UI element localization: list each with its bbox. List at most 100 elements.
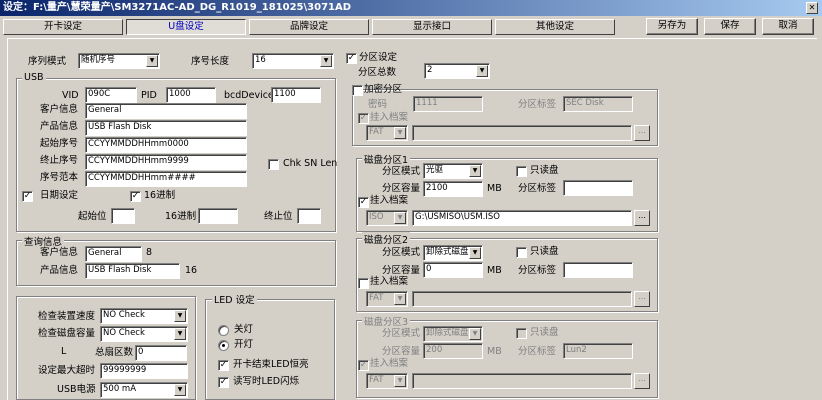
tab-brand-settings[interactable]: 品牌设定 [249,19,369,35]
d3-capacity-unit: MB [487,346,502,357]
d3-label-field[interactable]: Lun2 [563,343,633,359]
d3-label-label: 分区标签 [518,346,557,357]
vid-field[interactable]: 090C [85,87,137,103]
cancel-button[interactable]: 取消 [762,18,814,35]
led-off-radio[interactable] [218,325,229,336]
encrypt-load-file-checkbox[interactable]: ✓ [358,113,369,124]
d1-label-field[interactable] [563,180,633,196]
query-info-group-label: 查询信息 [22,234,65,248]
d1-file-type-select[interactable]: ISO ▼ [366,210,408,226]
end-serial-field[interactable]: CCYYMMDDHHmm9999 [85,154,247,170]
disk-partition-1-label: 磁盘分区1 [362,152,411,166]
d1-browse-button[interactable]: ... [634,210,650,226]
d2-browse-button[interactable]: ... [634,291,650,307]
serial-sample-field[interactable]: CCYYMMDDHHmm#### [85,171,247,187]
save-button[interactable]: 保存 [704,18,756,35]
check-capacity-select[interactable]: NO Check ▼ [100,326,188,342]
query-customer-field[interactable]: General [85,246,142,262]
encrypt-file-path-field[interactable] [412,125,632,141]
d3-capacity-field[interactable]: 200 [423,343,483,359]
partition-setting-checkbox[interactable]: ✓ [346,53,357,64]
check-speed-select[interactable]: NO Check ▼ [100,308,188,324]
date-setting-checkbox[interactable]: ✓ [22,191,33,202]
d2-capacity-field[interactable]: 0 [423,262,483,278]
serial-mode-select[interactable]: 随机序号 ▼ [78,53,160,69]
d3-load-file-label: 挂入档案 [370,358,409,369]
d1-readonly-checkbox[interactable] [516,166,527,177]
partition-count-label: 分区总数 [358,67,397,78]
d3-file-type-select[interactable]: FAT ▼ [366,373,408,389]
partition-count-value: 2 [427,65,433,75]
chevron-down-icon[interactable]: ▼ [320,55,332,67]
tab-display-interface[interactable]: 显示接口 [372,19,492,35]
encrypt-partition-checkbox[interactable] [352,85,363,96]
chevron-down-icon[interactable]: ▼ [394,293,406,305]
d2-mode-value: 卸除式磁盘 [426,247,469,257]
d2-file-path-field[interactable] [412,291,632,307]
d1-file-path-field[interactable]: G:\USMISO\USM.ISO [412,210,632,226]
chevron-down-icon[interactable]: ▼ [469,247,481,259]
encrypt-label-field[interactable]: SEC Disk [563,96,633,112]
start-pos-label: 起始位 [78,211,107,222]
hex16-2-label: 16进制 [165,211,197,222]
product-info-field[interactable]: USB Flash Disk [85,120,247,136]
led-card-done-checkbox[interactable]: ✓ [218,360,229,371]
chevron-down-icon[interactable]: ▼ [469,165,481,177]
hex16-2-field[interactable] [198,208,238,224]
d2-label-field[interactable] [563,262,633,278]
partition-count-select[interactable]: 2 ▼ [424,63,490,79]
d3-load-file-checkbox[interactable]: ✓ [358,360,369,371]
d3-readonly-checkbox[interactable] [516,328,527,339]
hex16-checkbox[interactable]: ✓ [130,191,141,202]
encrypt-browse-button[interactable]: ... [634,125,650,141]
customer-info-field[interactable]: General [85,103,247,119]
encrypt-file-type-select[interactable]: FAT ▼ [366,125,408,141]
d2-mode-select[interactable]: 卸除式磁盘 ▼ [423,245,483,261]
d2-file-type-select[interactable]: FAT ▼ [366,291,408,307]
start-serial-field[interactable]: CCYYMMDDHHmm0000 [85,137,247,153]
password-label: 密码 [368,99,388,110]
tab-other-settings[interactable]: 其他设定 [495,19,615,35]
tab-card-settings[interactable]: 开卡设定 [3,19,123,35]
led-rw-blink-checkbox[interactable]: ✓ [218,377,229,388]
save-as-button[interactable]: 另存为 [646,18,698,35]
d2-readonly-checkbox[interactable] [516,247,527,258]
chevron-down-icon[interactable]: ▼ [174,384,186,396]
encrypt-file-type-value: FAT [369,127,384,137]
query-product-length: 16 [185,265,198,276]
d1-load-file-checkbox[interactable]: ✓ [358,197,369,208]
max-timeout-field[interactable]: 99999999 [100,363,188,379]
chevron-down-icon[interactable]: ▼ [394,127,406,139]
d1-mode-select[interactable]: 光驱 ▼ [423,163,483,179]
chevron-down-icon[interactable]: ▼ [146,55,158,67]
led-on-radio[interactable] [218,340,229,351]
pid-label: PID [141,90,157,101]
serial-length-select[interactable]: 16 ▼ [252,53,334,69]
start-pos-field[interactable] [111,208,135,224]
chevron-down-icon[interactable]: ▼ [394,375,406,387]
total-sectors-field[interactable]: 0 [135,345,187,361]
usb-power-select[interactable]: 500 mA ▼ [100,382,188,398]
chevron-down-icon[interactable]: ▼ [174,310,186,322]
query-product-label: 产品信息 [40,265,79,276]
d1-capacity-field[interactable]: 2100 [423,181,483,197]
max-timeout-label: 设定最大超时 [38,365,96,376]
chk-sn-len-checkbox[interactable] [268,159,279,170]
chevron-down-icon[interactable]: ▼ [469,328,481,340]
password-field[interactable]: 1111 [413,96,483,112]
d3-mode-select[interactable]: 卸除式磁盘 ▼ [423,326,483,342]
d3-readonly-label: 只读盘 [530,327,559,338]
chevron-down-icon[interactable]: ▼ [174,328,186,340]
d3-browse-button[interactable]: ... [634,373,650,389]
encrypt-partition-label: 加密分区 [364,84,403,95]
close-icon[interactable]: ✕ [806,2,818,14]
end-pos-field[interactable] [297,208,321,224]
d3-file-path-field[interactable] [412,373,632,389]
query-product-field[interactable]: USB Flash Disk [85,263,180,279]
chevron-down-icon[interactable]: ▼ [394,212,406,224]
d2-load-file-checkbox[interactable] [358,278,369,289]
pid-field[interactable]: 1000 [166,87,216,103]
tab-udisk-settings[interactable]: U盘设定 [126,19,246,35]
bcd-device-field[interactable]: 1100 [271,87,321,103]
chevron-down-icon[interactable]: ▼ [476,65,488,77]
